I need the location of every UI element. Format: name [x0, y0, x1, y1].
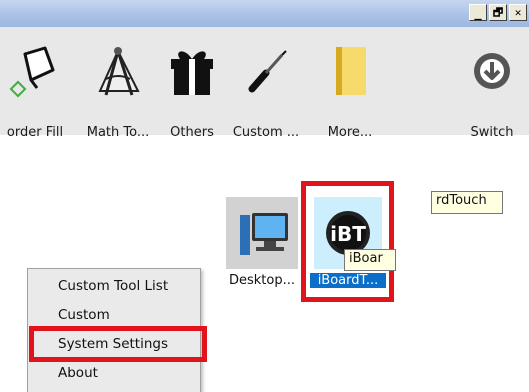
toolbar-item-more[interactable]: More... — [324, 41, 376, 140]
hover-tooltip: iBoar — [344, 249, 396, 271]
gift-icon — [166, 41, 218, 101]
restore-icon: 🗗 — [492, 6, 504, 19]
border-fill-icon — [6, 41, 58, 101]
toolbar: order Fill Math To... Others Custom ... … — [0, 27, 529, 140]
toolbar-item-switch[interactable]: Switch — [466, 41, 518, 140]
desktop-computer-icon — [226, 197, 298, 269]
restore-button[interactable]: 🗗 — [489, 4, 507, 21]
system-settings-highlight-frame — [29, 326, 207, 362]
menu-item-custom[interactable]: Custom — [58, 307, 110, 323]
close-button[interactable]: ✕ — [509, 4, 527, 21]
toolbar-item-border-fill[interactable]: order Fill — [6, 41, 63, 140]
folder-icon — [324, 41, 376, 101]
desktop-icon-desktop[interactable]: Desktop... — [223, 193, 301, 297]
toolbar-item-others[interactable]: Others — [166, 41, 218, 140]
window-title-bar[interactable]: _ 🗗 ✕ — [0, 0, 529, 27]
toolbar-item-label: More... — [327, 125, 373, 140]
switch-down-arrow-icon — [466, 41, 518, 101]
toolbar-item-custom[interactable]: Custom ... — [233, 41, 299, 140]
menu-item-about[interactable]: About — [58, 365, 98, 381]
minimize-button[interactable]: _ — [469, 4, 487, 21]
menu-item-custom-tool-list[interactable]: Custom Tool List — [58, 278, 168, 294]
name-tooltip: rdTouch — [431, 191, 503, 214]
desktop-icon-label: Desktop... — [228, 273, 295, 288]
toolbar-item-label: Custom ... — [232, 125, 300, 140]
window-controls: _ 🗗 ✕ — [469, 4, 527, 21]
toolbar-item-math-tools[interactable]: Math To... — [87, 41, 149, 140]
toolbar-item-label: order Fill — [6, 125, 64, 140]
iboardtouch-highlight-frame — [301, 181, 394, 302]
minimize-icon: _ — [474, 5, 482, 20]
screwdriver-icon — [240, 41, 292, 101]
close-icon: ✕ — [514, 6, 522, 19]
toolbar-item-label: Switch — [470, 125, 514, 140]
math-tools-icon — [92, 41, 144, 101]
